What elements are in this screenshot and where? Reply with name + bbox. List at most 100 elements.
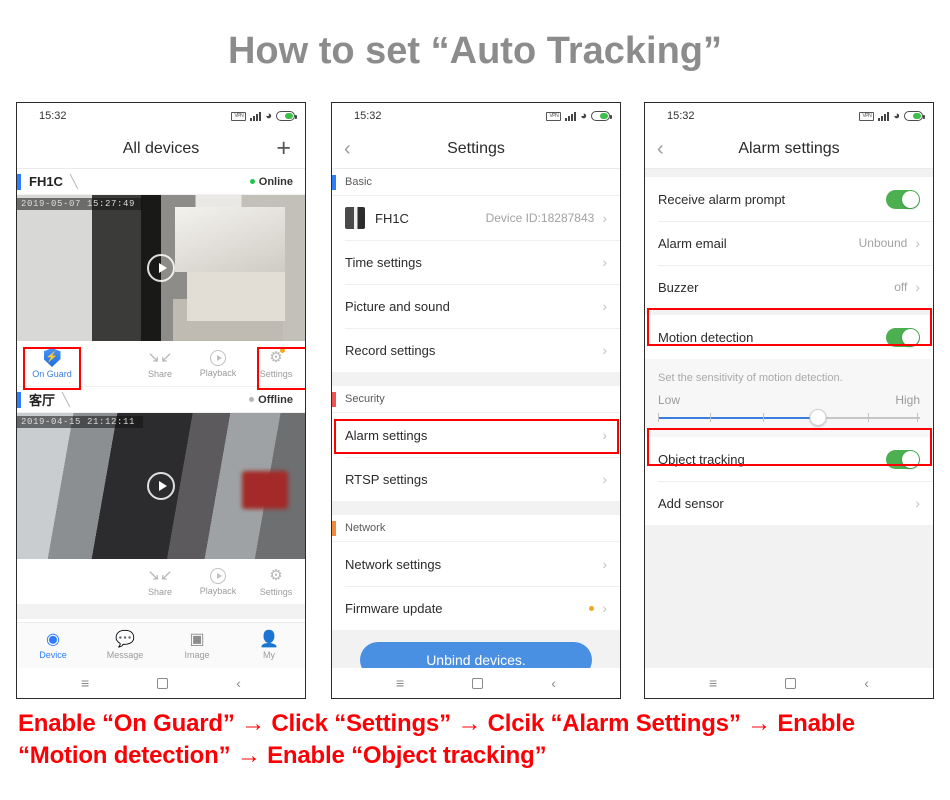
settings-button[interactable]: ⚙ Settings bbox=[247, 566, 305, 597]
pencil-icon[interactable]: ╱ bbox=[70, 174, 78, 190]
video-timestamp: 2019-04-15 21:12:11 bbox=[17, 416, 144, 428]
share-button[interactable]: ↘↙ Share bbox=[131, 566, 189, 597]
row-label: Buzzer bbox=[658, 279, 699, 295]
on-guard-button[interactable]: On Guard bbox=[23, 348, 81, 379]
sensitivity-block: Set the sensitivity of motion detection.… bbox=[645, 359, 933, 437]
device-row-header-1[interactable]: FH1C ╱ Online bbox=[17, 169, 305, 195]
tab-device[interactable]: ◉ Device bbox=[17, 631, 89, 660]
device-row-header-2[interactable]: 客厅 ╱ Offline bbox=[17, 387, 305, 413]
tab-label: Image bbox=[184, 650, 210, 660]
playback-button[interactable]: Playback bbox=[189, 566, 247, 597]
page-header-title: Settings bbox=[447, 139, 505, 157]
play-button[interactable] bbox=[147, 472, 175, 500]
pencil-icon[interactable]: ╱ bbox=[62, 392, 70, 408]
device-list[interactable]: FH1C ╱ Online 2019-05-07 15:27:49 On Gua… bbox=[17, 169, 305, 622]
sensitivity-labels: Low High bbox=[658, 393, 920, 407]
status-dot-offline bbox=[249, 397, 255, 402]
home-square-icon[interactable] bbox=[785, 677, 797, 689]
settings-row-picture-sound[interactable]: Picture and sound › bbox=[332, 284, 620, 328]
row-motion-detection[interactable]: Motion detection bbox=[645, 315, 933, 359]
unbind-devices-button[interactable]: Unbind devices. bbox=[360, 642, 592, 668]
device-actions-right-2: ↘↙ Share Playback ⚙ Settings bbox=[131, 566, 305, 597]
sensitivity-slider[interactable] bbox=[658, 408, 920, 426]
tab-message[interactable]: 💬 Message bbox=[89, 631, 161, 660]
chevron-right-icon: › bbox=[915, 495, 920, 511]
tab-image[interactable]: ▣ Image bbox=[161, 631, 233, 660]
signal-icon bbox=[565, 111, 577, 121]
play-button[interactable] bbox=[147, 254, 175, 282]
camera-icon: ◉ bbox=[46, 631, 60, 648]
section-header-basic: Basic bbox=[332, 169, 620, 196]
alarm-settings-list[interactable]: Receive alarm prompt Alarm email Unbound… bbox=[645, 169, 933, 668]
status-icons: VPN ◕ bbox=[546, 111, 612, 122]
app-header-all-devices: All devices + bbox=[17, 129, 305, 169]
toggle-receive-alarm-prompt[interactable] bbox=[886, 189, 920, 209]
list-spacer bbox=[645, 169, 933, 177]
row-label: Motion detection bbox=[658, 329, 754, 345]
settings-row-alarm-settings[interactable]: Alarm settings › bbox=[332, 413, 620, 457]
status-badge: Online bbox=[249, 175, 293, 188]
back-button[interactable]: ‹ bbox=[344, 139, 351, 159]
buzzer-value: off bbox=[894, 280, 908, 294]
toggle-motion-detection[interactable] bbox=[886, 327, 920, 347]
picture-icon: ▣ bbox=[189, 631, 205, 648]
share-icon: ↘↙ bbox=[147, 349, 173, 366]
vpn-icon: VPN bbox=[859, 111, 875, 121]
row-receive-alarm-prompt[interactable]: Receive alarm prompt bbox=[645, 177, 933, 221]
playback-button[interactable]: Playback bbox=[189, 348, 247, 379]
device-actions-1: On Guard ↘↙ Share Playback ⚙ Settings bbox=[17, 341, 305, 387]
settings-row-firmware[interactable]: Firmware update › bbox=[332, 586, 620, 630]
page-header-title: All devices bbox=[122, 139, 200, 157]
toggle-object-tracking[interactable] bbox=[886, 449, 920, 469]
back-button[interactable]: ‹ bbox=[657, 139, 664, 159]
settings-label: Settings bbox=[259, 587, 293, 597]
video-preview-2[interactable]: 2019-04-15 21:12:11 bbox=[17, 413, 305, 559]
settings-row-device[interactable]: FH1C Device ID:18287843 › bbox=[332, 196, 620, 240]
settings-row-network[interactable]: Network settings › bbox=[332, 542, 620, 586]
row-label: Firmware update bbox=[345, 600, 443, 616]
alarm-email-value: Unbound bbox=[858, 236, 908, 250]
back-icon[interactable]: ‹ bbox=[864, 675, 869, 691]
row-label: Object tracking bbox=[658, 451, 745, 467]
playback-icon bbox=[210, 350, 226, 366]
tab-my[interactable]: 👤 My bbox=[233, 631, 305, 660]
chevron-right-icon: › bbox=[915, 279, 920, 295]
slider-knob[interactable] bbox=[809, 408, 827, 426]
video-preview-1[interactable]: 2019-05-07 15:27:49 bbox=[17, 195, 305, 341]
home-square-icon[interactable] bbox=[157, 677, 169, 689]
person-icon: 👤 bbox=[259, 631, 279, 648]
menu-icon[interactable]: ≡ bbox=[396, 675, 404, 691]
camera-thumbnail-icon bbox=[345, 207, 365, 229]
row-add-sensor[interactable]: Add sensor › bbox=[645, 481, 933, 525]
chevron-right-icon: › bbox=[602, 254, 607, 270]
android-softkeys: ≡ ‹ bbox=[332, 668, 620, 698]
settings-row-time[interactable]: Time settings › bbox=[332, 240, 620, 284]
vpn-icon: VPN bbox=[231, 111, 247, 121]
update-badge-icon bbox=[589, 605, 595, 611]
home-square-icon[interactable] bbox=[472, 677, 484, 689]
row-object-tracking[interactable]: Object tracking bbox=[645, 437, 933, 481]
settings-row-rtsp[interactable]: RTSP settings › bbox=[332, 457, 620, 501]
android-softkeys: ≡ ‹ bbox=[645, 668, 933, 698]
back-icon[interactable]: ‹ bbox=[551, 675, 556, 691]
menu-icon[interactable]: ≡ bbox=[709, 675, 717, 691]
status-label: Online bbox=[258, 175, 293, 188]
share-button[interactable]: ↘↙ Share bbox=[131, 348, 189, 379]
settings-row-record[interactable]: Record settings › bbox=[332, 328, 620, 372]
row-buzzer[interactable]: Buzzer off › bbox=[645, 265, 933, 309]
status-icons: VPN ◕ bbox=[859, 111, 925, 122]
slider-tick bbox=[917, 412, 919, 422]
signal-icon bbox=[250, 111, 262, 121]
status-time: 15:32 bbox=[354, 110, 382, 122]
row-label: Receive alarm prompt bbox=[658, 191, 786, 207]
menu-icon[interactable]: ≡ bbox=[81, 675, 89, 691]
row-alarm-email[interactable]: Alarm email Unbound › bbox=[645, 221, 933, 265]
sensitivity-hint: Set the sensitivity of motion detection. bbox=[658, 371, 843, 384]
settings-list[interactable]: Basic FH1C Device ID:18287843 › Time set… bbox=[332, 169, 620, 668]
settings-button[interactable]: ⚙ Settings bbox=[247, 348, 305, 379]
back-icon[interactable]: ‹ bbox=[236, 675, 241, 691]
row-label: Time settings bbox=[345, 254, 422, 270]
add-device-button[interactable]: + bbox=[276, 136, 291, 161]
share-icon: ↘↙ bbox=[147, 567, 173, 584]
bottom-tab-bar: ◉ Device 💬 Message ▣ Image 👤 My bbox=[17, 622, 305, 668]
